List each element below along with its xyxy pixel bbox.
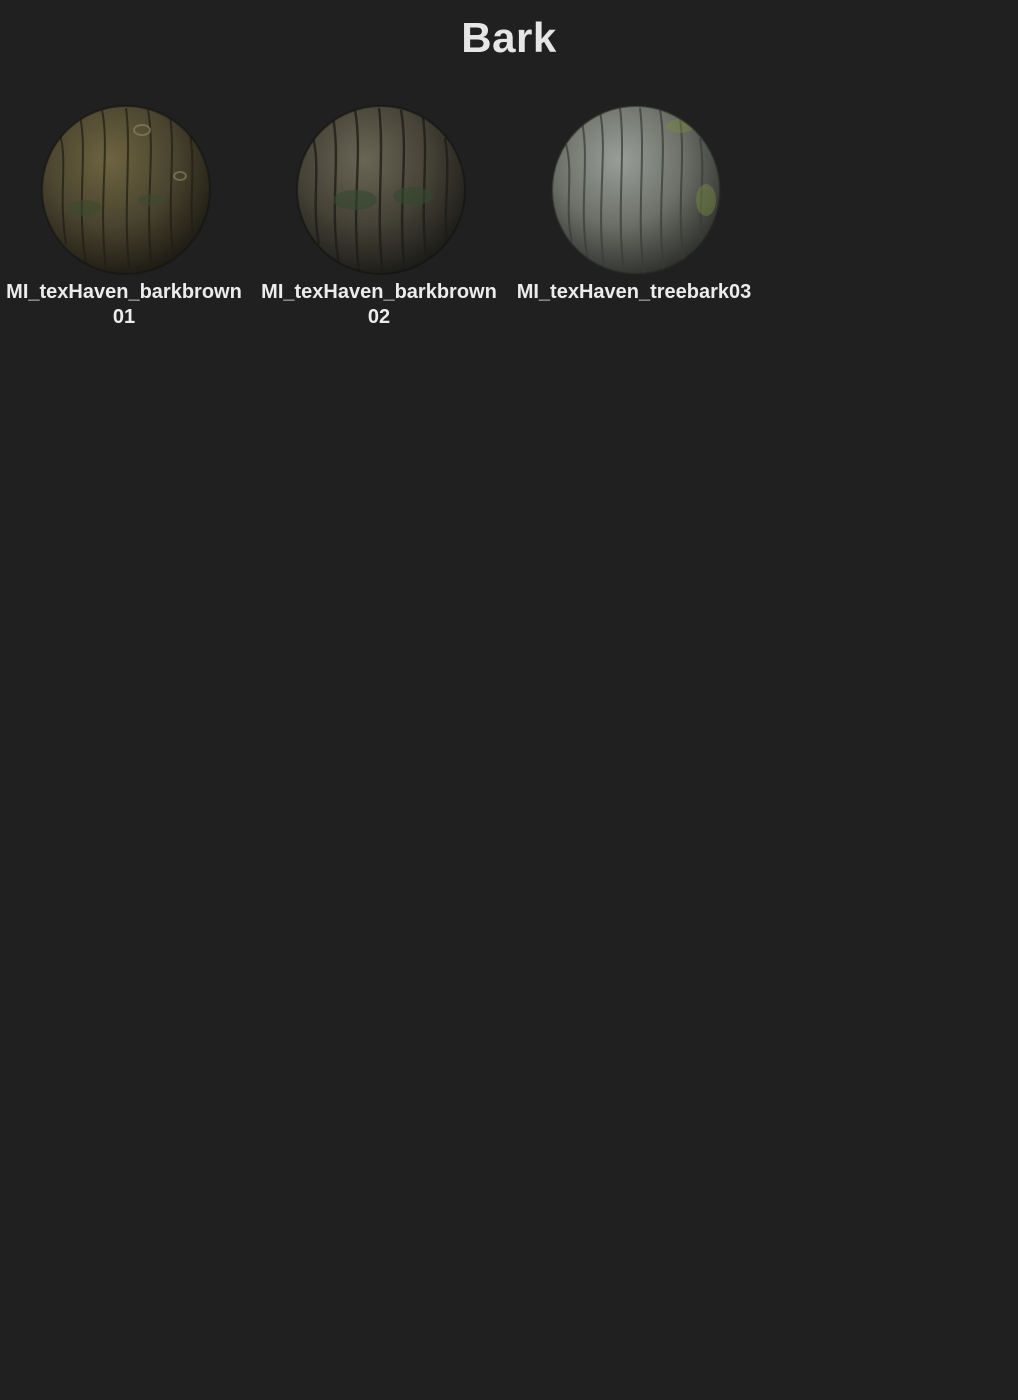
sphere-preview-icon bbox=[40, 104, 212, 276]
page-title: Bark bbox=[461, 14, 557, 61]
content-browser-page: Bark MI_texHaven_barkbrown01 MI_texHaven… bbox=[0, 0, 1018, 1400]
material-name: MI_texHaven_barkbrown01 bbox=[6, 281, 242, 328]
material-name: MI_texHaven_barkbrown02 bbox=[261, 281, 497, 328]
sphere-preview-icon bbox=[550, 104, 722, 276]
material-name: MI_texHaven_treebark03 bbox=[516, 281, 752, 303]
material-tile-barkbrown01[interactable]: MI_texHaven_barkbrown01 bbox=[6, 104, 242, 334]
sphere-preview-icon bbox=[295, 104, 467, 276]
material-tile-barkbrown02[interactable]: MI_texHaven_barkbrown02 bbox=[261, 104, 497, 334]
material-grid: MI_texHaven_barkbrown01 MI_texHaven_bark… bbox=[0, 104, 1018, 344]
material-tile-treebark03[interactable]: MI_texHaven_treebark03 bbox=[516, 104, 752, 334]
